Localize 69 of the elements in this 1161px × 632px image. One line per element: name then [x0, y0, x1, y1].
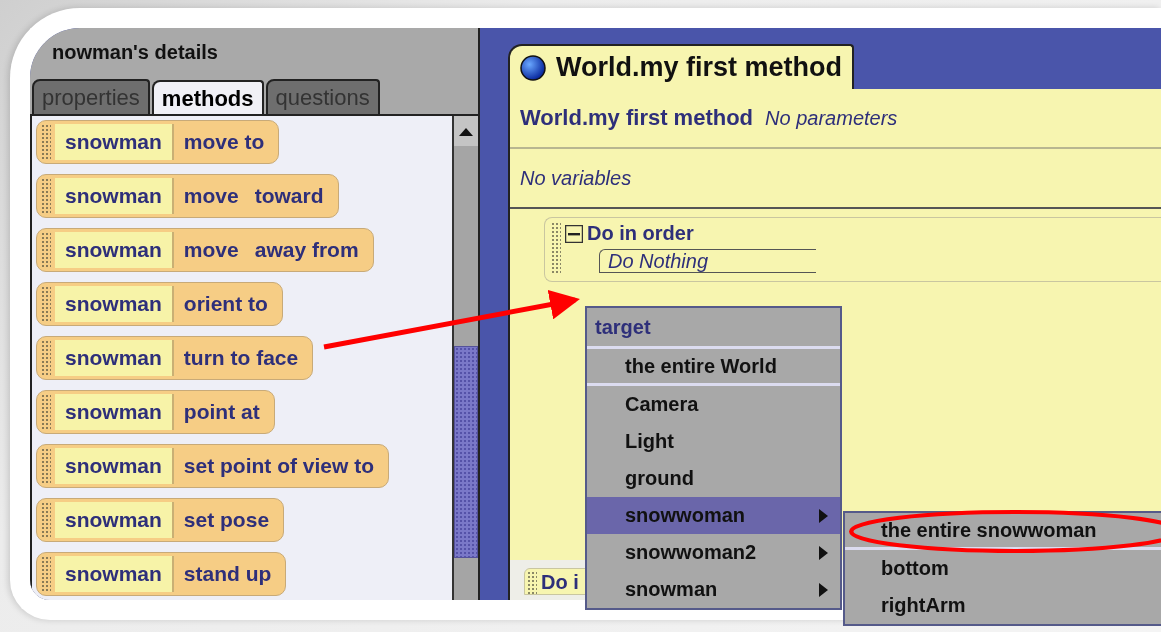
statement-slot[interactable]: Do Nothing — [599, 249, 816, 273]
menu-item[interactable]: rightArm — [845, 587, 1161, 624]
object-name: snowman — [65, 454, 162, 478]
do-in-order-block[interactable]: Do in order Do Nothing — [544, 217, 1161, 282]
method-tile[interactable]: snowman stand up — [36, 552, 287, 596]
menu-item[interactable]: ground — [587, 460, 840, 497]
method-name: move to — [183, 130, 265, 154]
grip-icon — [551, 222, 561, 273]
method-name: move — [183, 238, 239, 262]
method-tile[interactable]: snowman set pose — [36, 498, 285, 542]
method-name: move — [183, 184, 239, 208]
block-label: Do i — [541, 571, 579, 594]
menu-item[interactable]: bottom — [845, 550, 1161, 587]
menu-item[interactable]: the entire snowwoman — [845, 513, 1161, 550]
method-name: away from — [254, 238, 359, 262]
method-tile[interactable]: snowman move toward — [36, 174, 339, 218]
submenu-arrow-icon — [819, 582, 828, 597]
object-name: snowman — [65, 184, 162, 208]
grip-icon — [41, 448, 51, 484]
method-tab[interactable]: World.my first method — [508, 44, 855, 89]
method-tile[interactable]: snowman move away from — [36, 228, 374, 272]
object-name: snowman — [65, 562, 162, 586]
parameters-label: No parameters — [765, 106, 898, 130]
tab[interactable]: methods — [151, 80, 264, 114]
panel-title: nowman's details — [52, 40, 218, 64]
statement-text: Do Nothing — [608, 249, 709, 273]
menu-item[interactable]: the entire World — [587, 349, 840, 386]
submenu-arrow-icon — [819, 545, 828, 560]
method-name: stand up — [183, 562, 272, 586]
object-name: snowman — [65, 400, 162, 424]
submenu-arrow-icon — [819, 508, 828, 523]
grip-icon — [41, 556, 51, 592]
grip-icon — [41, 394, 51, 430]
method-name: set point of view to — [183, 454, 375, 478]
menu-item[interactable]: snowwoman2 — [587, 534, 840, 571]
method-name: turn to face — [183, 346, 299, 370]
object-name: snowman — [65, 508, 162, 532]
menu-title: target — [587, 308, 840, 349]
object-name: snowman — [65, 238, 162, 262]
scroll-thumb[interactable] — [454, 346, 478, 558]
grip-icon — [41, 232, 51, 268]
object-name: snowman — [65, 130, 162, 154]
variables-label: No variables — [520, 166, 632, 190]
method-name: orient to — [183, 292, 268, 316]
grip-icon — [41, 502, 51, 538]
method-tile[interactable]: snowman orient to — [36, 282, 283, 326]
grip-icon — [41, 124, 51, 160]
method-name: set pose — [183, 508, 270, 532]
method-tile[interactable]: snowman set point of view to — [36, 444, 390, 488]
grip-icon — [41, 286, 51, 322]
object-name: snowman — [65, 292, 162, 316]
scrollbar[interactable] — [452, 116, 478, 600]
object-name: snowman — [65, 346, 162, 370]
collapse-icon[interactable] — [565, 224, 583, 243]
grip-icon — [527, 571, 537, 594]
block-label: Do in order — [587, 222, 694, 245]
sphere-icon — [520, 54, 546, 81]
menu-item[interactable]: Camera — [587, 386, 840, 423]
method-tile[interactable]: snowman turn to face — [36, 336, 314, 380]
menu-item[interactable]: snowwoman — [587, 497, 840, 534]
grip-icon — [41, 340, 51, 376]
method-name: point at — [183, 400, 260, 424]
method-tile[interactable]: snowman move to — [36, 120, 280, 164]
method-title: World.my first method — [520, 105, 754, 131]
scroll-up-icon[interactable] — [459, 126, 473, 136]
method-tile[interactable]: snowman point at — [36, 390, 275, 434]
method-name: toward — [254, 184, 324, 208]
menu-item[interactable]: Light — [587, 423, 840, 460]
grip-icon — [41, 178, 51, 214]
